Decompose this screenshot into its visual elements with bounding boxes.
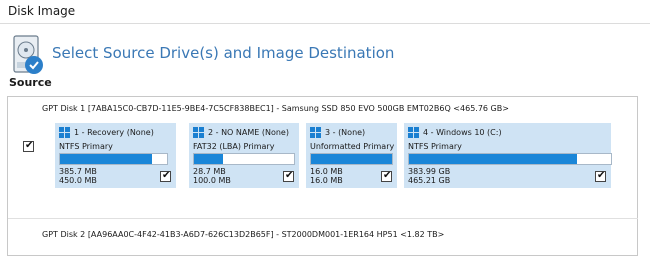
partition-2-checkbox[interactable]: ✔	[283, 170, 294, 182]
partition-name: 4 - Windows 10 (C:)	[423, 128, 502, 137]
check-icon: ✔	[285, 170, 294, 181]
windows-logo-icon	[59, 127, 71, 139]
partition-3-checkbox[interactable]: ✔	[381, 170, 392, 182]
window-titlebar: Disk Image	[0, 0, 650, 24]
partition-name: 1 - Recovery (None)	[74, 128, 154, 137]
partition-type: NTFS Primary	[59, 142, 113, 151]
check-icon: ✔	[162, 170, 171, 181]
usage-bar-fill	[311, 154, 392, 164]
total-size: 100.0 MB	[193, 176, 231, 185]
partition-type: Unformatted Primary	[310, 142, 395, 151]
partition-3[interactable]: 3 - (None) Unformatted Primary 16.0 MB 1…	[306, 123, 397, 188]
total-size: 450.0 MB	[59, 176, 97, 185]
used-size: 383.99 GB	[408, 167, 451, 176]
check-icon: ✔	[25, 140, 34, 151]
total-size: 465.21 GB	[408, 176, 451, 185]
page-title: Select Source Drive(s) and Image Destina…	[52, 44, 395, 62]
usage-bar-fill	[194, 154, 223, 164]
partition-name: 2 - NO NAME (None)	[208, 128, 289, 137]
used-size: 16.0 MB	[310, 167, 343, 176]
usage-bar	[193, 153, 295, 165]
partition-4-checkbox[interactable]: ✔	[595, 170, 606, 182]
disk-1-checkbox[interactable]: ✔	[23, 140, 34, 152]
total-size: 16.0 MB	[310, 176, 343, 185]
partition-1-checkbox[interactable]: ✔	[160, 170, 171, 182]
disk-separator	[8, 218, 638, 219]
windows-logo-icon	[408, 127, 420, 139]
usage-bar-fill	[60, 154, 153, 164]
used-size: 28.7 MB	[193, 167, 226, 176]
check-icon: ✔	[383, 170, 392, 181]
windows-logo-icon	[310, 127, 322, 139]
source-section-label: Source	[9, 76, 52, 89]
usage-bar-fill	[409, 154, 577, 164]
used-size: 385.7 MB	[59, 167, 97, 176]
disk-image-icon	[13, 35, 43, 74]
disk-2-header: GPT Disk 2 [AA96AA0C-4F42-41B3-A6D7-626C…	[42, 230, 445, 239]
usage-bar	[408, 153, 612, 165]
partition-2[interactable]: 2 - NO NAME (None) FAT32 (LBA) Primary 2…	[189, 123, 299, 188]
window-title: Disk Image	[8, 4, 76, 18]
partition-1[interactable]: 1 - Recovery (None) NTFS Primary 385.7 M…	[55, 123, 176, 188]
partition-type: FAT32 (LBA) Primary	[193, 142, 275, 151]
windows-logo-icon	[193, 127, 205, 139]
usage-bar	[59, 153, 168, 165]
partition-type: NTFS Primary	[408, 142, 462, 151]
partition-4[interactable]: 4 - Windows 10 (C:) NTFS Primary 383.99 …	[404, 123, 612, 188]
partition-name: 3 - (None)	[325, 128, 366, 137]
usage-bar	[310, 153, 393, 165]
check-icon: ✔	[597, 170, 606, 181]
disk-1-header: GPT Disk 1 [7ABA15C0-CB7D-11E5-9BE4-7C5C…	[42, 104, 509, 113]
